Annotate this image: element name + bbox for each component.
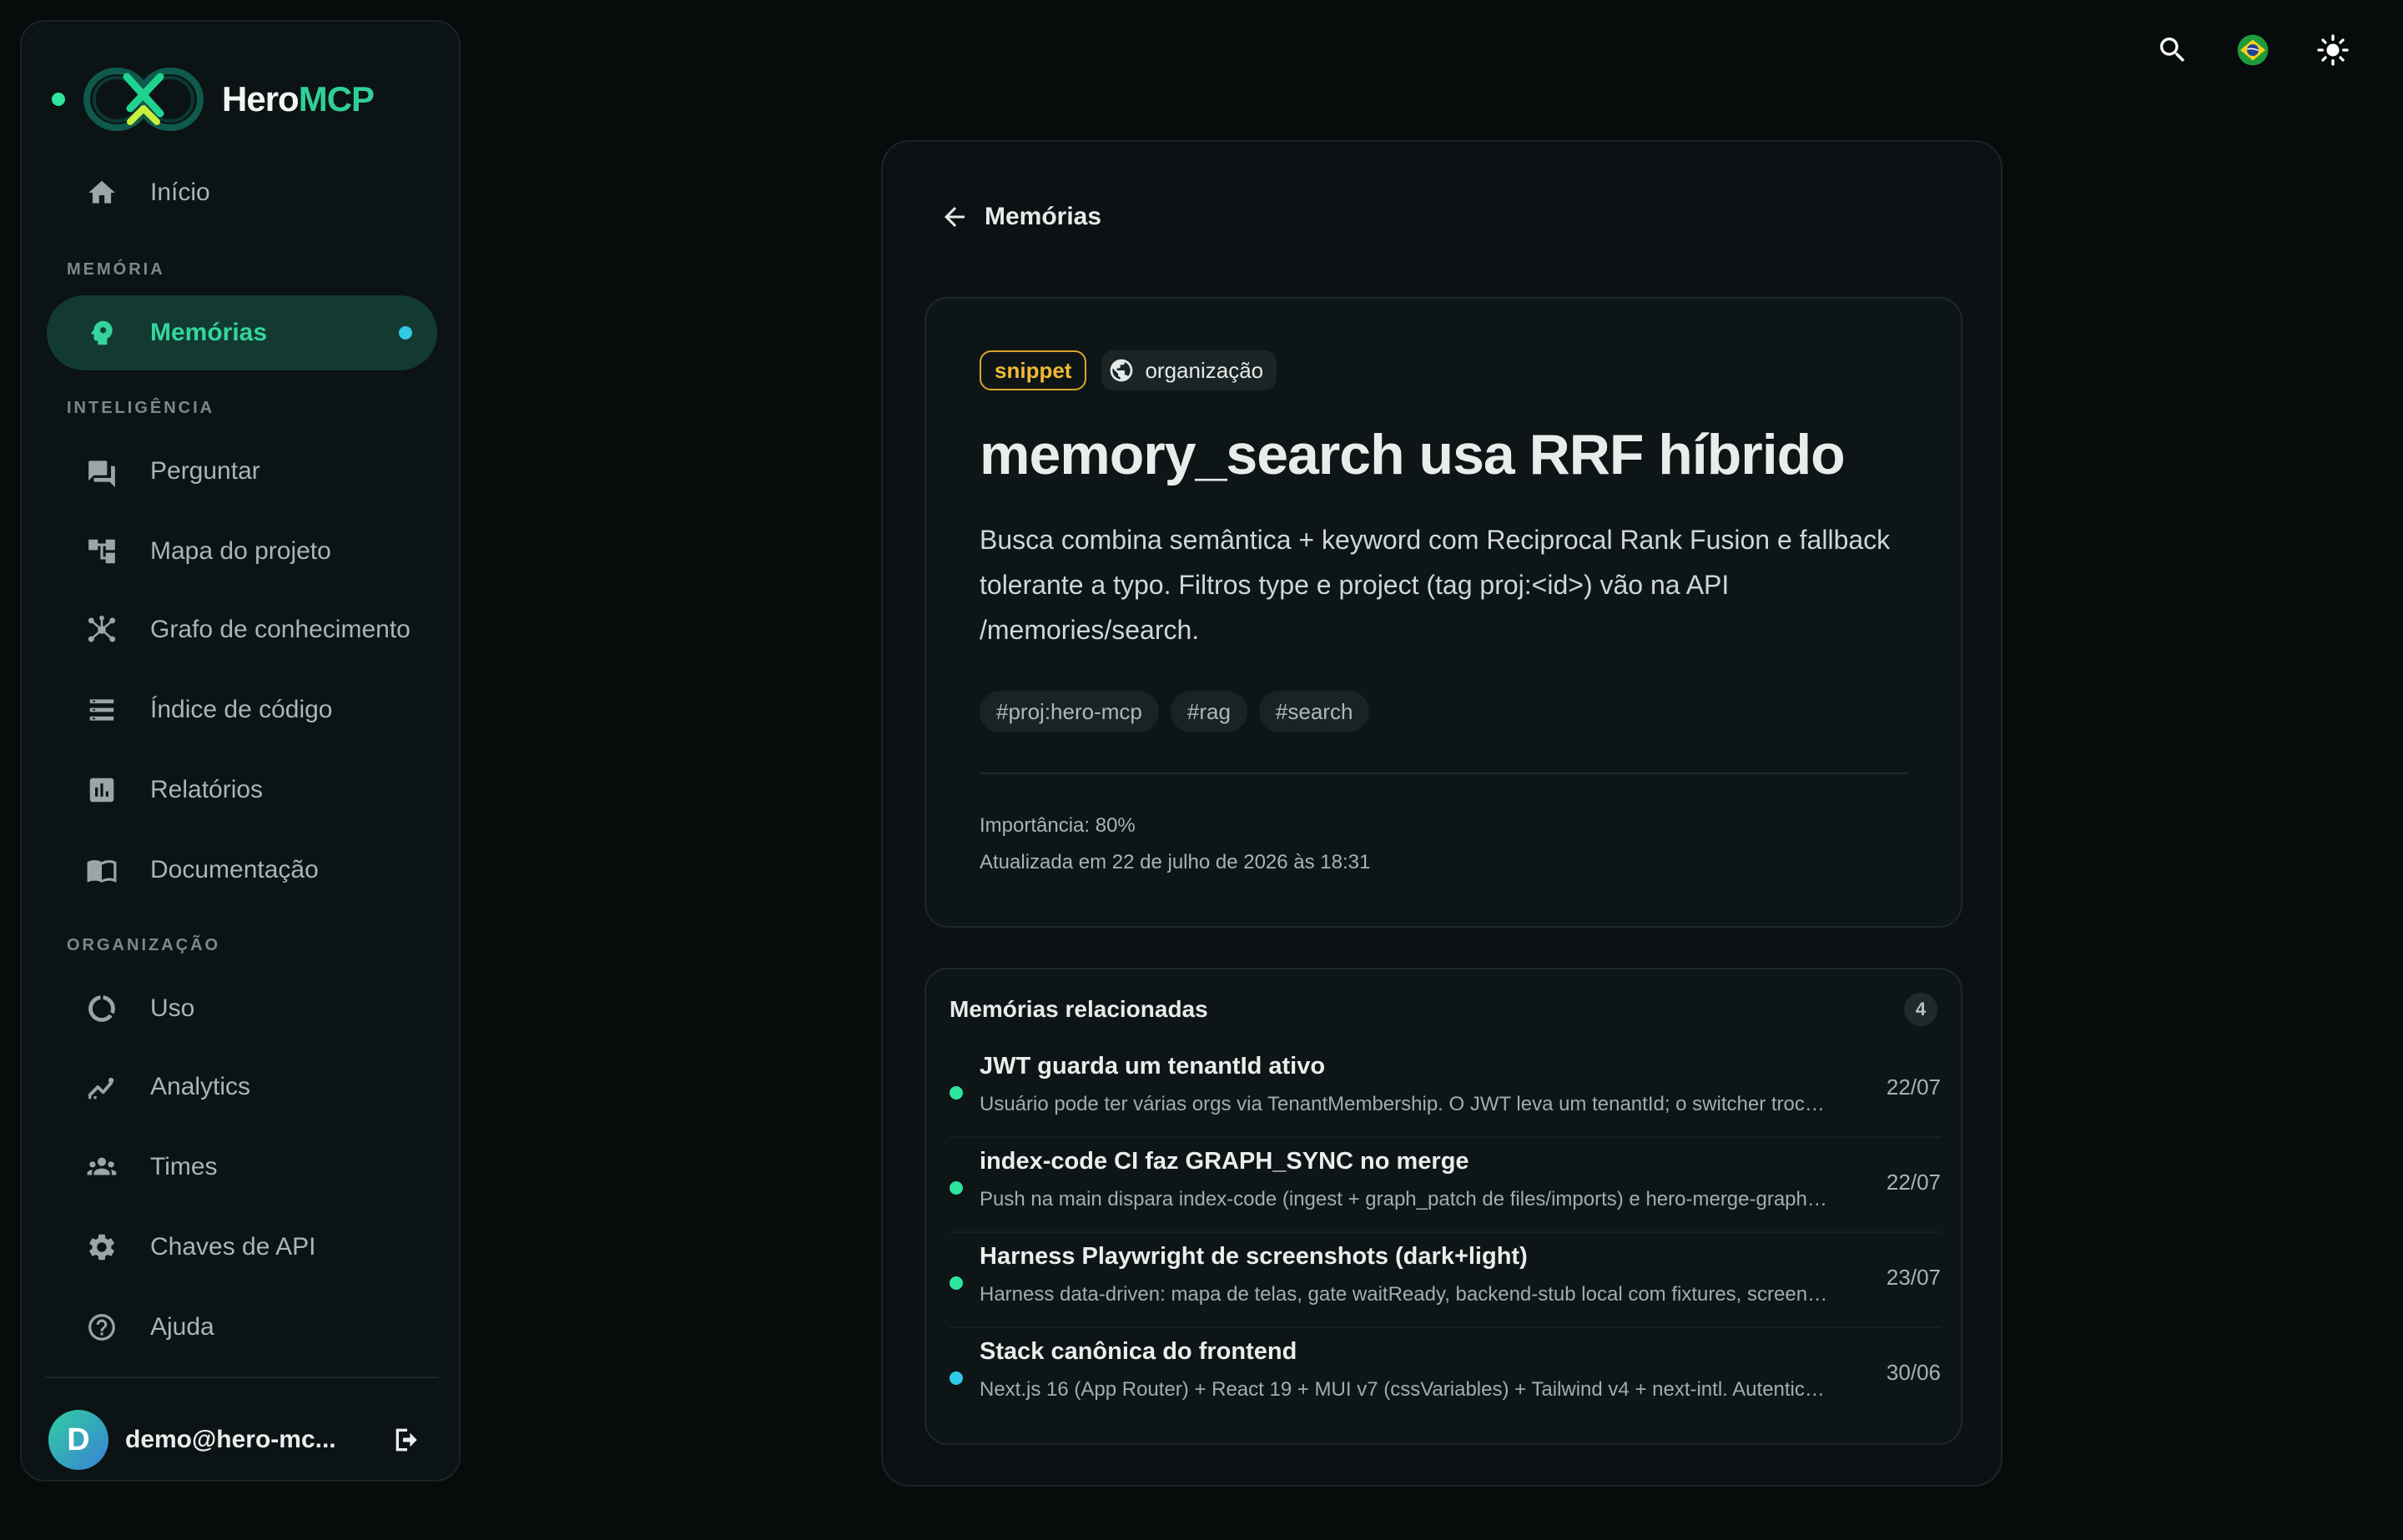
sidebar-item-label: Chaves de API <box>150 1233 316 1261</box>
brain-icon <box>85 316 118 350</box>
chat-icon <box>85 455 118 488</box>
scope-badge-label: organização <box>1145 357 1264 383</box>
related-item-title: Stack canônica do frontend <box>980 1338 1297 1365</box>
updated-text: Atualizada em 22 de julho de 2026 às 18:… <box>980 851 1371 873</box>
arrow-left-icon <box>945 207 965 227</box>
sidebar-item-documentacao[interactable]: Documentação <box>47 833 437 908</box>
related-count-badge: 4 <box>1904 993 1937 1026</box>
sidebar-item-analytics[interactable]: Analytics <box>47 1049 437 1125</box>
status-dot <box>52 93 65 106</box>
sidebar-item-indice-de-codigo[interactable]: Índice de código <box>47 672 437 747</box>
donut-icon <box>85 992 118 1025</box>
sidebar-item-uso[interactable]: Uso <box>47 971 437 1046</box>
status-dot <box>950 1276 963 1290</box>
related-item-title: Harness Playwright de screenshots (dark+… <box>980 1243 1528 1270</box>
related-item-summary: Harness data-driven: mapa de telas, gate… <box>980 1283 1831 1306</box>
user-email: demo@hero-mc... <box>125 1426 336 1453</box>
sidebar-item-times[interactable]: Times <box>47 1130 437 1205</box>
avatar[interactable]: D <box>48 1410 108 1470</box>
status-dot <box>950 1181 963 1195</box>
logout-icon[interactable] <box>390 1423 424 1457</box>
sidebar-item-label: Perguntar <box>150 457 260 485</box>
detail-divider <box>980 773 1907 774</box>
bar-chart-icon <box>85 773 118 807</box>
memory-title: memory_search usa RRF híbrido <box>980 423 1846 486</box>
section-label-organizacao: Organização <box>67 936 221 954</box>
importance-text: Importância: 80% <box>980 814 1136 837</box>
sidebar-item-label: Memórias <box>150 319 268 346</box>
sidebar-item-grafo[interactable]: Grafo de conhecimento <box>47 592 437 667</box>
tag-chip[interactable]: #proj:hero-mcp <box>980 691 1159 732</box>
sun-icon[interactable] <box>2315 32 2351 68</box>
user-profile[interactable]: D demo@hero-mc... <box>48 1407 436 1473</box>
sidebar-item-label: Índice de código <box>150 696 333 723</box>
brand[interactable]: HeroMCP <box>52 62 375 137</box>
related-item-summary: Push na main dispara index-code (ingest … <box>980 1188 1831 1210</box>
related-memory-item[interactable]: index-code CI faz GRAPH_SYNC no merge Pu… <box>950 1140 1941 1233</box>
sidebar: HeroMCP Início Memória Memórias Inteligê… <box>20 20 461 1482</box>
trend-icon <box>85 1070 118 1104</box>
related-item-title: index-code CI faz GRAPH_SYNC no merge <box>980 1148 1469 1175</box>
help-icon <box>85 1311 118 1344</box>
status-dot <box>950 1371 963 1385</box>
related-memory-item[interactable]: JWT guarda um tenantId ativo Usuário pod… <box>950 1044 1941 1138</box>
sidebar-item-chaves-de-api[interactable]: Chaves de API <box>47 1210 437 1285</box>
status-dot <box>950 1086 963 1100</box>
search-icon[interactable] <box>2154 32 2191 68</box>
memory-detail-page: Memórias snippet organização memory_sear… <box>881 140 2002 1487</box>
memory-detail-card: snippet organização memory_search usa RR… <box>924 297 1962 928</box>
sidebar-item-ajuda[interactable]: Ajuda <box>47 1290 437 1365</box>
sidebar-item-perguntar[interactable]: Perguntar <box>47 434 437 509</box>
sidebar-item-label: Ajuda <box>150 1313 214 1341</box>
brand-name: HeroMCP <box>222 79 375 118</box>
related-title: Memórias relacionadas <box>950 996 1208 1022</box>
sidebar-divider <box>45 1376 439 1378</box>
tag-chip[interactable]: #rag <box>1170 691 1247 732</box>
sidebar-item-label: Início <box>150 179 210 206</box>
sidebar-item-relatorios[interactable]: Relatórios <box>47 752 437 828</box>
infinity-logo-icon <box>83 68 204 131</box>
tag-chip[interactable]: #search <box>1258 691 1370 732</box>
people-icon <box>85 1150 118 1184</box>
sidebar-item-label: Grafo de conhecimento <box>150 616 411 643</box>
sidebar-item-memorias[interactable]: Memórias <box>47 295 437 370</box>
sidebar-item-label: Uso <box>150 994 195 1022</box>
sidebar-item-label: Times <box>150 1153 218 1180</box>
home-icon <box>85 176 118 209</box>
sidebar-item-inicio[interactable]: Início <box>47 155 437 230</box>
memory-description: Busca combina semântica + keyword com Re… <box>980 525 1891 645</box>
brazil-flag-icon[interactable] <box>2234 32 2271 68</box>
badge-row: snippet organização <box>980 350 1277 390</box>
sidebar-item-label: Analytics <box>150 1073 251 1100</box>
section-label-inteligencia: Inteligência <box>67 399 215 417</box>
list-icon <box>85 693 118 727</box>
book-icon <box>85 853 118 887</box>
active-indicator-dot <box>399 326 412 340</box>
related-memories-card: Memórias relacionadas 4 JWT guarda um te… <box>924 968 1962 1445</box>
related-memory-item[interactable]: Stack canônica do frontend Next.js 16 (A… <box>950 1330 1941 1423</box>
related-item-title: JWT guarda um tenantId ativo <box>980 1053 1326 1080</box>
sidebar-item-mapa-do-projeto[interactable]: Mapa do projeto <box>47 514 437 589</box>
type-badge: snippet <box>980 350 1087 390</box>
back-link-label: Memórias <box>985 203 1102 230</box>
sidebar-item-label: Relatórios <box>150 776 264 803</box>
section-label-memoria: Memória <box>67 260 165 279</box>
graph-icon <box>85 613 118 647</box>
globe-icon <box>1111 359 1133 382</box>
related-item-date: 23/07 <box>1886 1265 1941 1290</box>
scope-badge: organização <box>1101 350 1277 390</box>
related-item-date: 30/06 <box>1886 1360 1941 1385</box>
related-item-summary: Next.js 16 (App Router) + React 19 + MUI… <box>980 1378 1831 1401</box>
tag-list: #proj:hero-mcp #rag #search <box>980 691 1370 732</box>
tree-icon <box>85 535 118 568</box>
related-memory-item[interactable]: Harness Playwright de screenshots (dark+… <box>950 1235 1941 1328</box>
sidebar-item-label: Documentação <box>150 856 319 883</box>
gear-icon <box>85 1230 118 1264</box>
related-item-date: 22/07 <box>1886 1170 1941 1195</box>
sidebar-item-label: Mapa do projeto <box>150 537 331 565</box>
related-item-summary: Usuário pode ter várias orgs via TenantM… <box>980 1093 1831 1115</box>
back-link[interactable]: Memórias <box>940 202 1101 232</box>
related-item-date: 22/07 <box>1886 1074 1941 1100</box>
